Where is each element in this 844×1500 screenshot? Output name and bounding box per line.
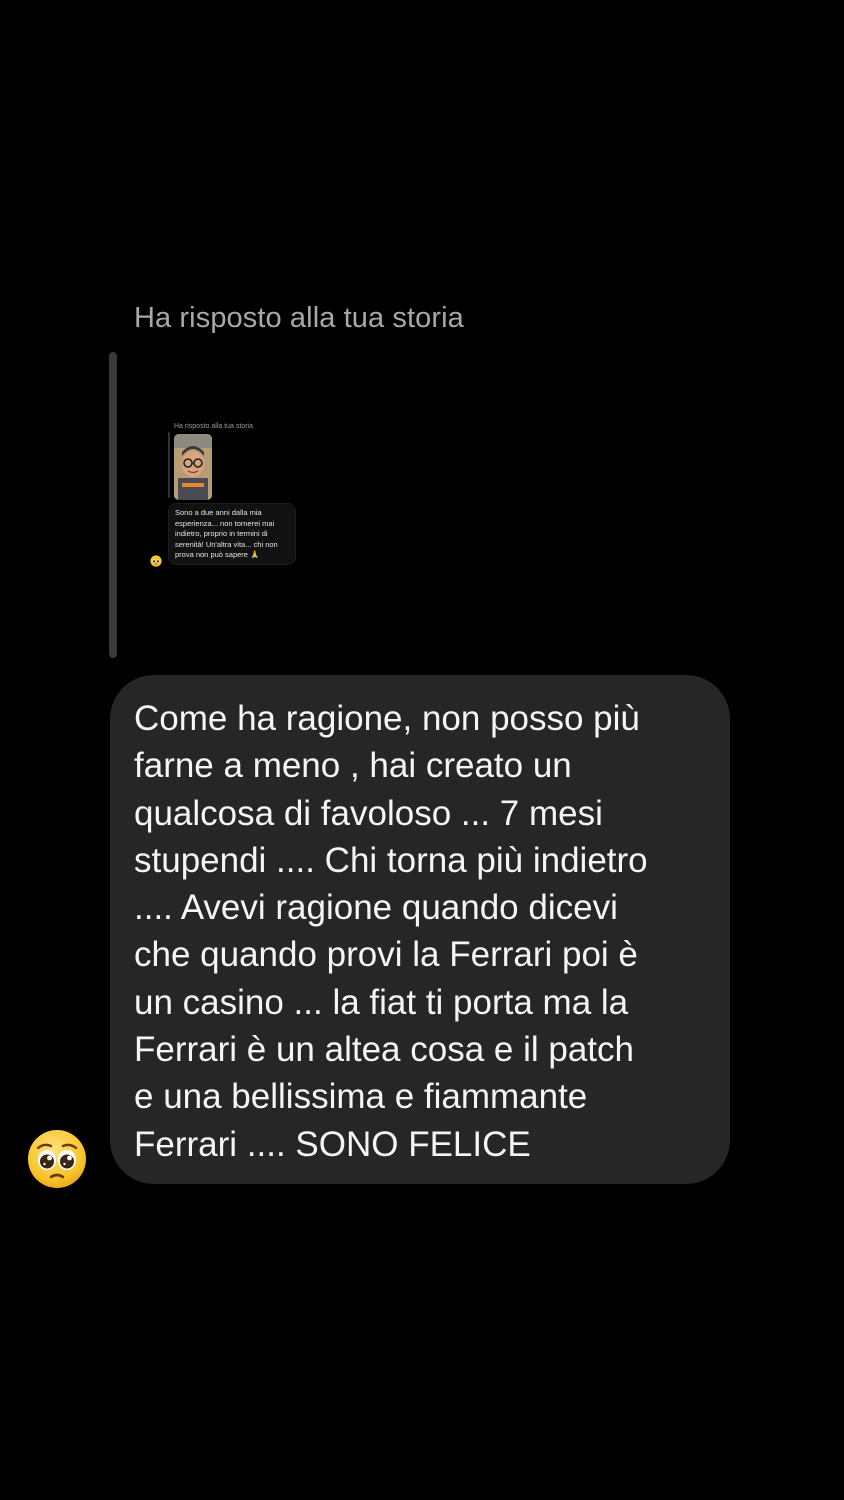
pleading-face-emoji-icon[interactable] — [26, 1128, 88, 1190]
story-preview-message-text: Sono a due anni dalla mia esperienza... … — [175, 508, 278, 559]
story-quote-bar — [109, 352, 117, 658]
story-reply-label: Ha risposto alla tua storia — [134, 302, 464, 334]
story-preview-reply-label: Ha risposto alla tua storia — [174, 423, 253, 430]
story-preview-quote-bar — [168, 432, 170, 498]
message-bubble[interactable]: Come ha ragione, non posso più farne a m… — [110, 675, 730, 1184]
message-text: Come ha ragione, non posso più farne a m… — [134, 699, 648, 1164]
story-reply-screen: Ha risposto alla tua storia Ha risposto … — [0, 0, 844, 1500]
story-preview-photo[interactable] — [174, 434, 212, 500]
story-preview[interactable]: Ha risposto alla tua storia Sono a due a… — [140, 380, 320, 650]
story-preview-message: Sono a due anni dalla mia esperienza... … — [168, 503, 296, 565]
pleading-face-emoji-icon — [150, 554, 162, 567]
